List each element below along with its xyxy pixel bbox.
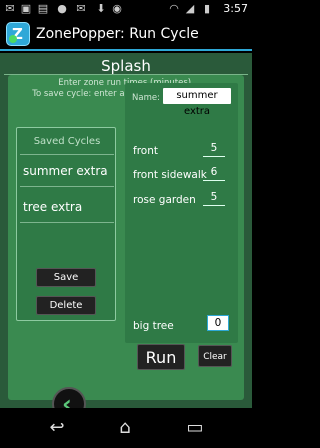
cycle-form-panel: Name: summer extra front 5 front sidewal… <box>125 83 238 343</box>
run-button[interactable]: Run <box>137 344 185 370</box>
battery-icon: ▮ <box>203 2 211 15</box>
delete-button[interactable]: Delete <box>36 296 96 315</box>
cycle-name-input[interactable]: summer extra <box>163 88 231 117</box>
back-nav-icon[interactable]: ↩ <box>42 418 72 438</box>
mail-icon: ✉ <box>5 2 15 15</box>
navigation-bar: ↩ ⌂ ▭ <box>0 408 252 448</box>
status-time: 3:57 <box>223 2 248 15</box>
saved-cycles-panel: Saved Cycles summer extra tree extra Sav… <box>16 127 116 321</box>
wifi-icon: ◠ <box>169 2 179 15</box>
zone-label: rose garden <box>133 194 196 206</box>
image-icon: ▣ <box>20 2 32 15</box>
download-icon: ⬇ <box>96 2 106 15</box>
app-logo-icon[interactable]: Z <box>6 22 30 46</box>
screen-title: Splash <box>101 57 151 75</box>
saved-cycle-item[interactable]: summer extra <box>23 164 108 178</box>
zone-label: front <box>133 145 158 157</box>
status-bar: ✉ ▣ ▤ ● ✉ ⬇ ◉ ◠ ◢ ▮ 3:57 <box>0 0 252 18</box>
saved-cycle-item[interactable]: tree extra <box>23 200 82 214</box>
signal-icon: ◢ <box>185 2 195 15</box>
zone-time-input[interactable]: 5 <box>203 190 225 206</box>
zone-time-input[interactable]: 0 <box>207 315 229 331</box>
sim-icon: ▤ <box>37 2 49 15</box>
zone-label: front sidewalk <box>133 169 207 181</box>
home-nav-icon[interactable]: ⌂ <box>110 418 140 438</box>
app-title: ZonePopper: Run Cycle <box>36 26 199 42</box>
action-bar: Z ZonePopper: Run Cycle <box>0 18 252 51</box>
zone-label: big tree <box>133 320 174 332</box>
list-divider <box>20 222 114 223</box>
saved-cycles-header: Saved Cycles <box>33 136 101 147</box>
name-label: Name: <box>132 93 160 103</box>
clear-button[interactable]: Clear <box>198 345 232 367</box>
save-button[interactable]: Save <box>36 268 96 287</box>
list-divider <box>20 154 114 155</box>
recent-apps-icon[interactable]: ▭ <box>180 418 210 438</box>
list-divider <box>20 186 114 187</box>
gmail-icon: ✉ <box>76 2 86 15</box>
zone-time-input[interactable]: 5 <box>203 141 225 157</box>
app-logo-dot <box>9 35 17 43</box>
chrome-icon: ◉ <box>112 2 122 15</box>
pinterest-icon: ● <box>57 2 67 15</box>
zone-time-input[interactable]: 6 <box>203 165 225 181</box>
